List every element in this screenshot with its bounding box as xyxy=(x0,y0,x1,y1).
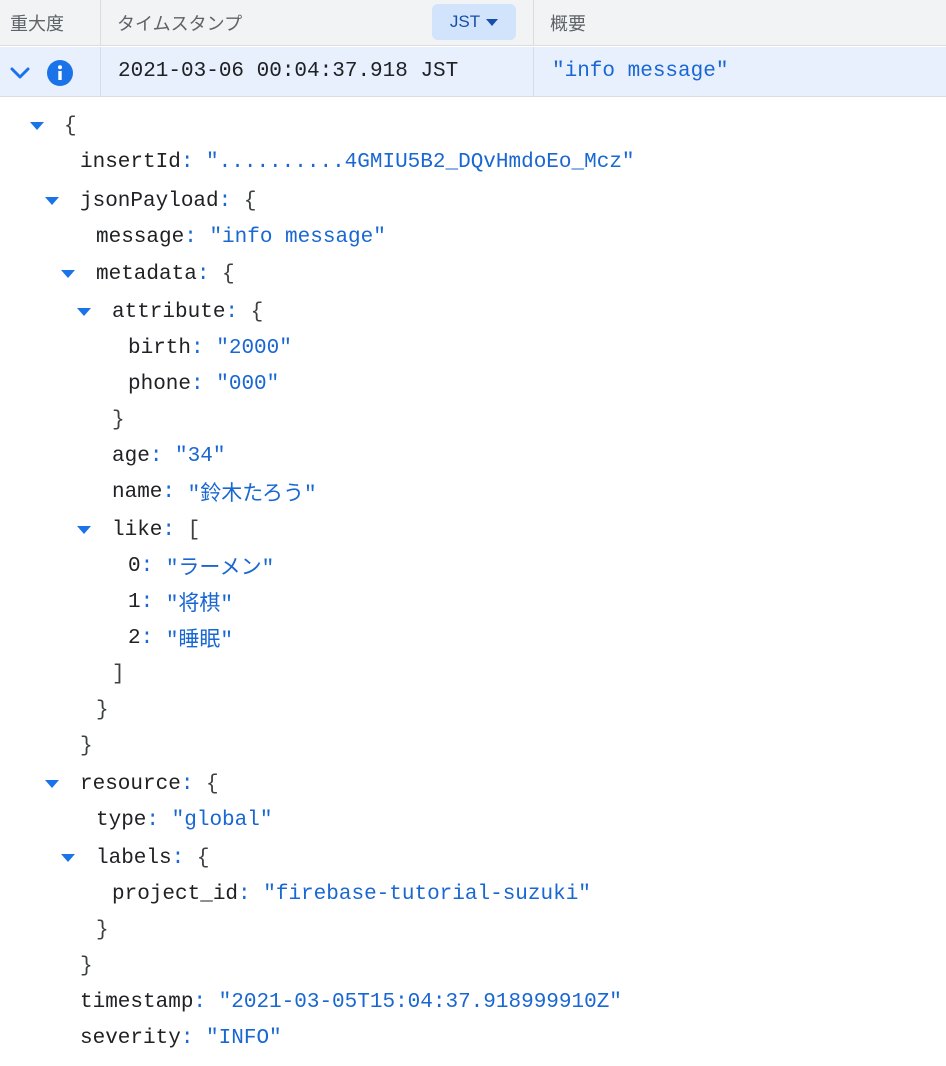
tree-line-close: } xyxy=(96,698,109,722)
tree-line-close: ] xyxy=(112,662,125,686)
insertId-value: "..........4GMIU5B2_DQvHmdoEo_Mcz" xyxy=(206,150,635,174)
caret-down-icon[interactable] xyxy=(45,780,59,788)
tree-line-close: } xyxy=(80,954,93,978)
timestamp-column-header[interactable]: タイムスタンプ xyxy=(107,0,427,46)
tree-line-labels: labels: { xyxy=(96,846,210,870)
log-table-header: 重大度 タイムスタンプ JST 概要 xyxy=(0,0,946,46)
tree-line-jsonPayload: jsonPayload: { xyxy=(80,189,257,213)
caret-down-icon[interactable] xyxy=(77,308,91,316)
tree-line-attribute: attribute: { xyxy=(112,300,264,324)
column-divider xyxy=(533,47,534,97)
tree-line-birth: birth: "2000" xyxy=(128,336,292,360)
tree-line-message: message: "info message" xyxy=(96,225,386,249)
summary-header-label: 概要 xyxy=(550,14,586,34)
summary-column-header[interactable]: 概要 xyxy=(540,0,840,46)
entry-timestamp: 2021-03-06 00:04:37.918 JST xyxy=(118,60,459,83)
tree-line-insertId: insertId: "..........4GMIU5B2_DQvHmdoEo_… xyxy=(80,150,635,174)
tree-line-like-2: 2: "睡眠" xyxy=(128,626,234,654)
tree-line-severity: severity: "INFO" xyxy=(80,1026,282,1050)
tree-line-metadata: metadata: { xyxy=(96,262,235,286)
caret-down-icon[interactable] xyxy=(45,197,59,205)
column-divider xyxy=(100,0,101,46)
tree-line-project-id: project_id: "firebase-tutorial-suzuki" xyxy=(112,882,591,906)
severity-column-header[interactable]: 重大度 xyxy=(0,0,100,46)
timestamp-header-label: タイムスタンプ xyxy=(117,14,243,34)
column-divider xyxy=(533,0,534,46)
timezone-dropdown-button[interactable]: JST xyxy=(432,4,516,40)
caret-down-icon[interactable] xyxy=(61,854,75,862)
tree-line-name: name: "鈴木たろう" xyxy=(112,480,317,508)
entry-summary: "info message" xyxy=(552,60,729,83)
tree-line: { xyxy=(64,114,77,138)
tree-line-type: type: "global" xyxy=(96,808,273,832)
caret-down-icon xyxy=(486,18,499,26)
caret-down-icon[interactable] xyxy=(61,270,75,278)
insertId-key: insertId xyxy=(80,150,181,174)
caret-down-icon[interactable] xyxy=(30,122,44,130)
tree-line-like-0: 0: "ラーメン" xyxy=(128,554,275,582)
info-icon xyxy=(47,60,73,86)
caret-down-icon[interactable] xyxy=(77,526,91,534)
log-entry-row[interactable]: 2021-03-06 00:04:37.918 JST "info messag… xyxy=(0,47,946,97)
tree-line-age: age: "34" xyxy=(112,444,226,468)
tree-line-like-1: 1: "将棋" xyxy=(128,590,234,618)
tree-line-close: } xyxy=(80,734,93,758)
tree-line-timestamp: timestamp: "2021-03-05T15:04:37.91899991… xyxy=(80,990,622,1014)
column-divider xyxy=(100,47,101,97)
tree-line-like: like: [ xyxy=(112,518,201,542)
timezone-label: JST xyxy=(449,12,481,31)
chevron-down-icon[interactable] xyxy=(8,61,32,85)
tree-line-phone: phone: "000" xyxy=(128,372,280,396)
tree-line-resource: resource: { xyxy=(80,772,219,796)
severity-header-label: 重大度 xyxy=(10,14,64,34)
tree-line-close: } xyxy=(96,918,109,942)
tree-line-close: } xyxy=(112,408,125,432)
